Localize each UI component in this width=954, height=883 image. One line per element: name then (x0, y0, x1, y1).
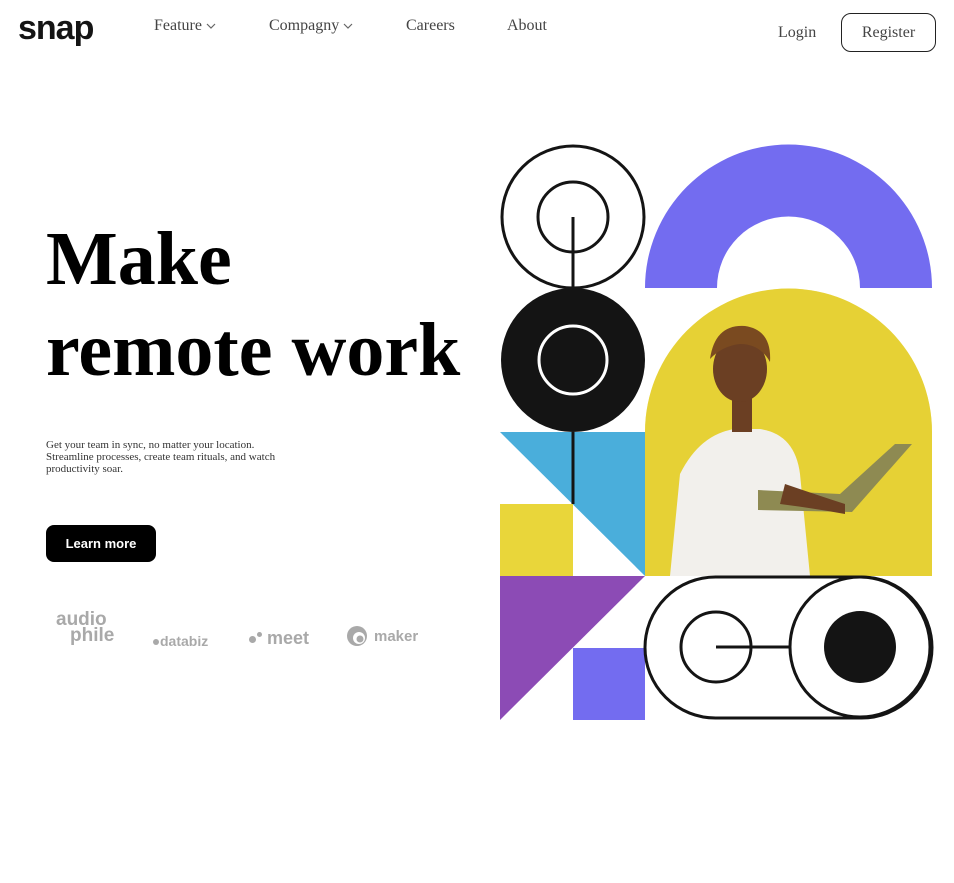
hero-title-line-2: remote work (46, 308, 461, 392)
hero-illustration (500, 144, 934, 720)
hero-title: Make remote work (46, 214, 460, 396)
meet-dot-icon (249, 635, 256, 643)
yellow-square-shape (500, 504, 573, 576)
audiophile-logo-line-2: phile (70, 625, 115, 646)
maker-logo-text: maker (374, 627, 419, 645)
nav-item-about[interactable]: About (507, 17, 547, 35)
chevron-down-icon (343, 23, 353, 29)
meet-logo-text: meet (267, 628, 310, 648)
client-logo-meet: meet (249, 628, 309, 649)
purple-square-shape (573, 648, 645, 720)
nav-item-feature[interactable]: Feature (154, 17, 216, 35)
person-photo (645, 288, 932, 577)
maker-mark-icon (347, 626, 367, 646)
nav-item-company[interactable]: Compagny (269, 17, 353, 35)
client-logo-maker: maker (346, 625, 418, 647)
meet-dot-small-icon (257, 631, 262, 637)
purple-arch-shape (645, 144, 932, 288)
pill-switch-shape (643, 575, 934, 720)
nav-item-label: Feature (154, 17, 202, 34)
brand-logo[interactable]: snap (18, 8, 94, 48)
learn-more-button[interactable]: Learn more (46, 525, 156, 562)
chevron-down-icon (206, 23, 216, 29)
client-logo-databiz: databiz (153, 633, 208, 649)
nav-item-careers[interactable]: Careers (406, 17, 455, 35)
hero-title-line-1: Make (46, 217, 232, 301)
databiz-logo-text: databiz (160, 633, 209, 649)
nav-item-label: Careers (406, 17, 455, 34)
black-circle-shape (501, 288, 645, 432)
target-circle-top (500, 144, 646, 290)
register-button[interactable]: Register (841, 13, 936, 52)
client-logo-audiophile: audio phile (56, 610, 115, 646)
databiz-dot-icon (153, 639, 159, 646)
nav-item-label: Compagny (269, 17, 340, 34)
login-link[interactable]: Login (778, 24, 816, 42)
hero-description: Get your team in sync, no matter your lo… (46, 439, 276, 475)
nav-item-label: About (507, 17, 547, 34)
